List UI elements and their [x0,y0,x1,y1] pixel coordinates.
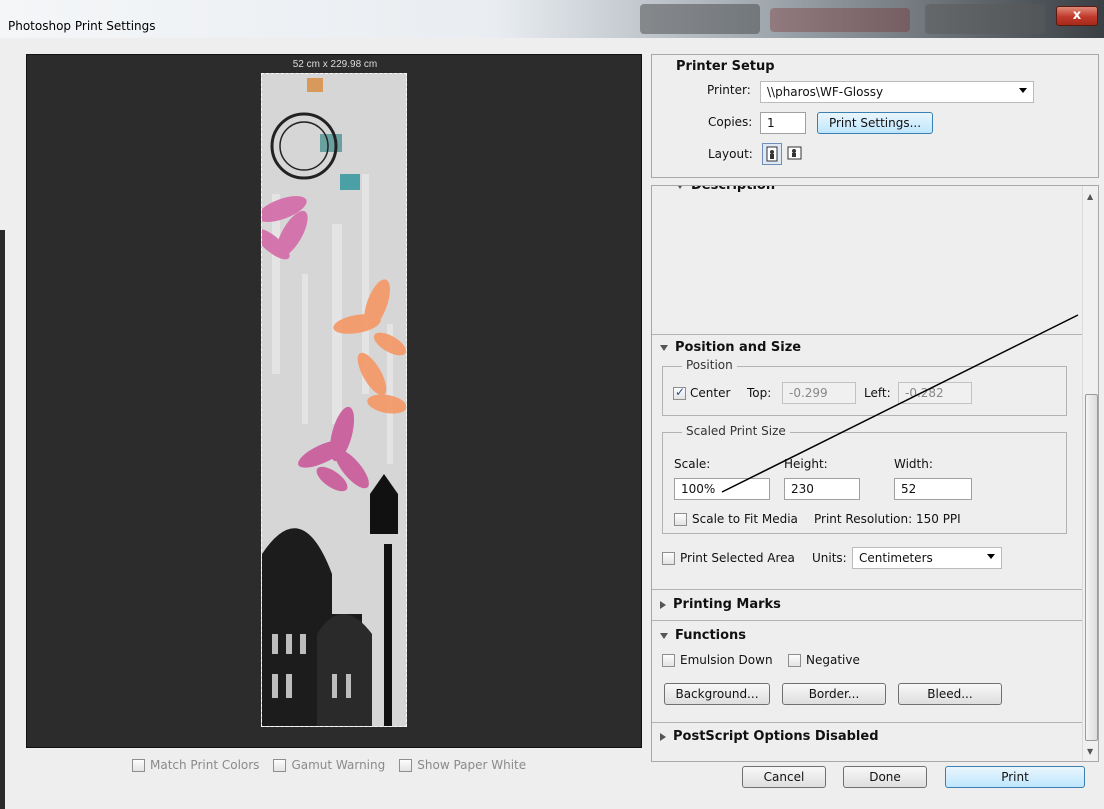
print-settings-window: Photoshop Print Settings x 52 cm x 229.9… [0,0,1104,809]
annotation-line [721,314,1079,493]
